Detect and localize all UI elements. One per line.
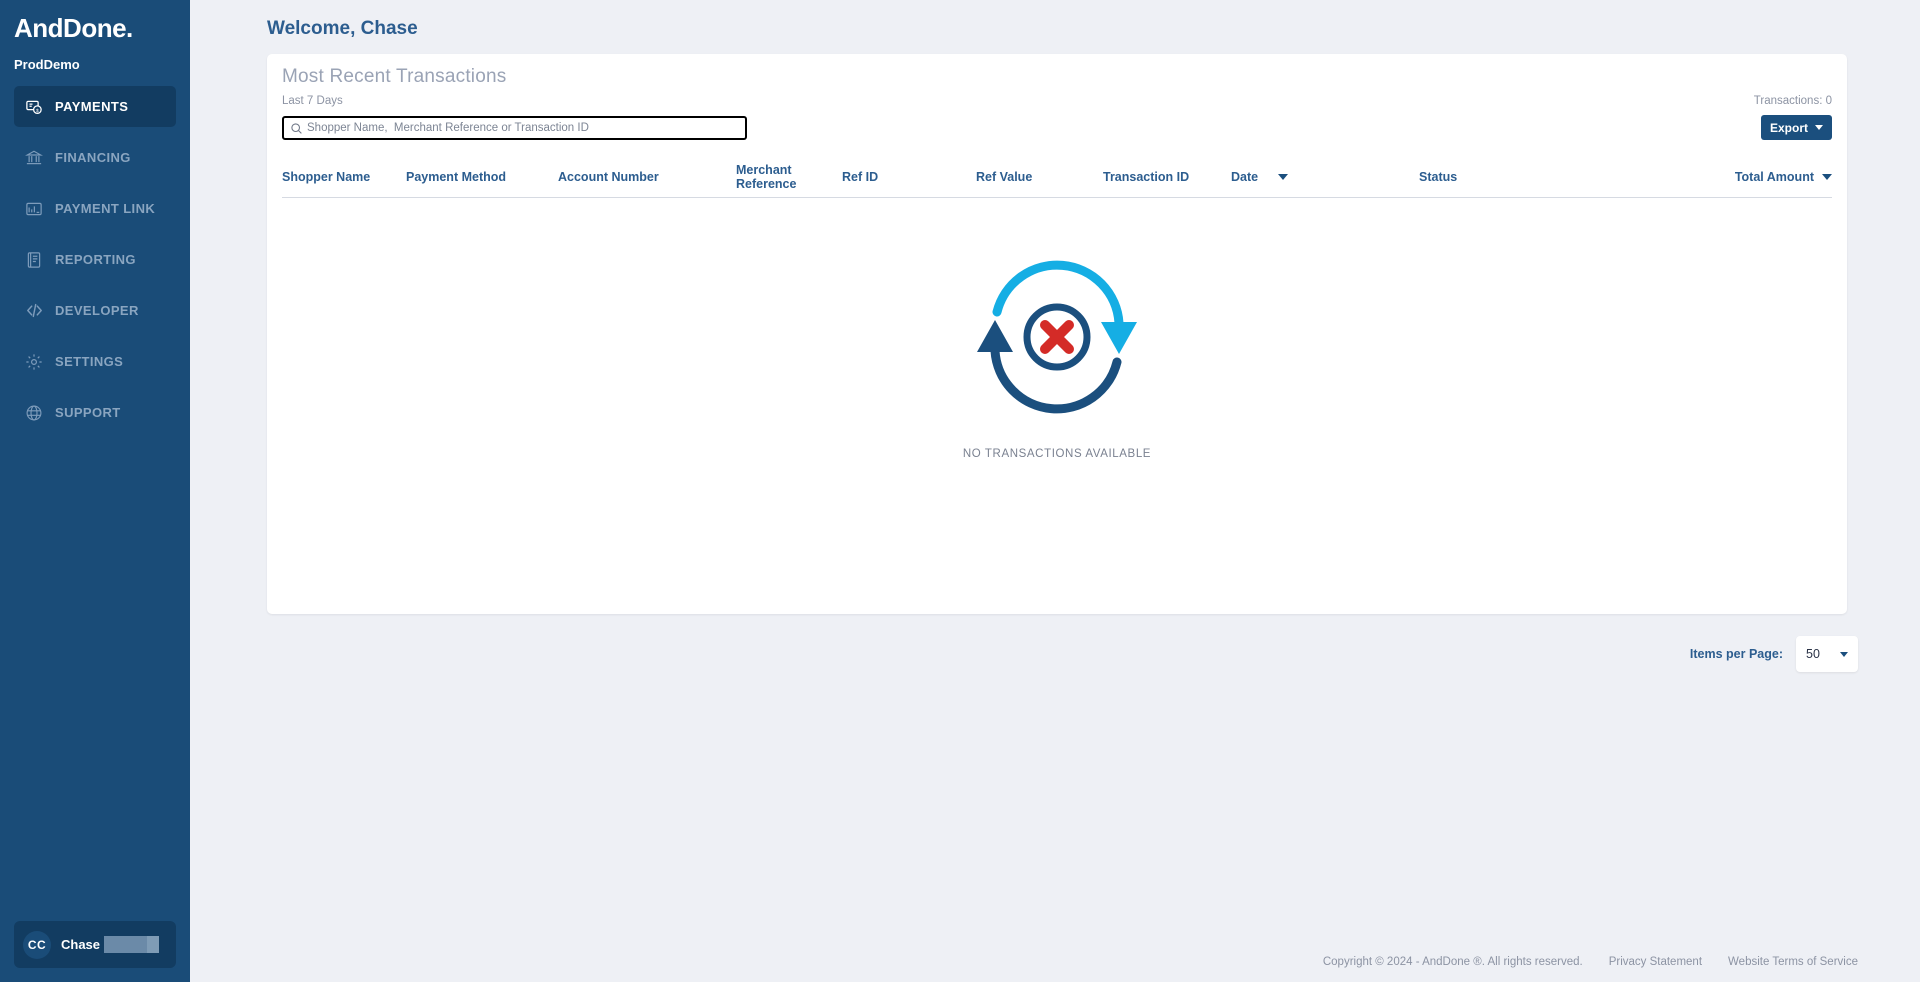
column-label: Account Number	[558, 169, 659, 184]
payments-icon: $	[22, 96, 46, 118]
transactions-card: Most Recent Transactions Last 7 Days Tra…	[267, 54, 1847, 614]
column-label: Total Amount	[1734, 169, 1814, 184]
bank-icon	[22, 147, 46, 169]
footer-link-terms[interactable]: Website Terms of Service	[1728, 956, 1858, 968]
sidebar-item-label: PAYMENTS	[55, 99, 129, 114]
items-per-page-value: 50	[1806, 647, 1820, 661]
search-box[interactable]	[282, 116, 747, 140]
items-per-page-label: Items per Page:	[1689, 647, 1783, 661]
sort-desc-icon	[1822, 173, 1832, 180]
sidebar-item-payments[interactable]: $ PAYMENTS	[14, 86, 176, 127]
column-header-date[interactable]: Date	[1231, 170, 1419, 184]
sidebar-item-settings[interactable]: SETTINGS	[14, 341, 176, 382]
column-label: Shopper Name	[282, 169, 371, 184]
column-label: Ref ID	[842, 169, 879, 184]
column-header-transaction-id[interactable]: Transaction ID	[1103, 170, 1231, 184]
logo-text: AndDone.	[14, 13, 133, 43]
sidebar-item-support[interactable]: SUPPORT	[14, 392, 176, 433]
column-header-status[interactable]: Status	[1419, 170, 1634, 184]
globe-icon	[22, 402, 46, 424]
sidebar-item-developer[interactable]: DEVELOPER	[14, 290, 176, 331]
sort-desc-icon	[1278, 173, 1289, 180]
sidebar-item-label: SETTINGS	[55, 354, 124, 369]
svg-text:$: $	[36, 107, 39, 113]
chevron-down-icon	[1840, 651, 1848, 657]
main-content: Welcome, Chase Most Recent Transactions …	[190, 0, 1920, 982]
app-root: AndDone. ProdDemo $ PAYMENTS FINANCING P…	[0, 0, 1920, 982]
brand-logo[interactable]: AndDone.	[0, 0, 190, 48]
items-per-page: Items per Page: 50	[1690, 636, 1858, 672]
avatar: CC	[23, 930, 51, 959]
column-header-total-amount[interactable]: Total Amount	[1634, 170, 1832, 184]
sidebar-item-payment-link[interactable]: PAYMENT LINK	[14, 188, 176, 229]
user-profile[interactable]: CC Chase	[14, 921, 176, 968]
column-label: Date	[1231, 169, 1259, 184]
sidebar-item-label: FINANCING	[55, 150, 131, 165]
transactions-table-header: Shopper Name Payment Method Account Numb…	[282, 156, 1832, 198]
footer-copyright: Copyright © 2024 - AndDone ®. All rights…	[1322, 956, 1583, 968]
column-label: Transaction ID	[1103, 169, 1190, 184]
column-label: Status	[1419, 169, 1458, 184]
column-header-ref-id[interactable]: Ref ID	[842, 170, 976, 184]
empty-state: NO TRANSACTIONS AVAILABLE	[267, 244, 1847, 460]
code-icon	[22, 300, 46, 322]
report-icon	[22, 249, 46, 271]
column-header-merchant-reference[interactable]: Merchant Reference	[736, 163, 842, 191]
sidebar-item-label: PAYMENT LINK	[55, 201, 156, 216]
footer-link-privacy[interactable]: Privacy Statement	[1609, 956, 1702, 968]
search-icon	[290, 122, 303, 135]
logo-dot: .	[126, 13, 133, 43]
sidebar-item-label: REPORTING	[55, 252, 136, 267]
sidebar-item-reporting[interactable]: REPORTING	[14, 239, 176, 280]
footer: Copyright © 2024 - AndDone ®. All rights…	[1323, 956, 1858, 968]
chevron-down-icon	[1815, 125, 1823, 130]
link-card-icon	[22, 198, 46, 220]
column-label: Payment Method	[406, 169, 507, 184]
empty-state-label: NO TRANSACTIONS AVAILABLE	[962, 448, 1152, 460]
column-label: Ref Value	[976, 169, 1033, 184]
profile-name: Chase	[61, 937, 101, 952]
items-per-page-select[interactable]: 50	[1796, 636, 1858, 672]
sidebar-item-financing[interactable]: FINANCING	[14, 137, 176, 178]
tenant-name: ProdDemo	[14, 57, 80, 72]
card-title: Most Recent Transactions	[282, 66, 507, 87]
page-title: Welcome, Chase	[267, 18, 418, 39]
export-button[interactable]: Export	[1760, 115, 1832, 140]
search-input[interactable]	[307, 122, 727, 134]
profile-redacted-block	[104, 936, 160, 953]
sidebar: AndDone. ProdDemo $ PAYMENTS FINANCING P…	[0, 0, 190, 982]
card-subtitle: Last 7 Days	[282, 95, 343, 107]
column-header-payment-method[interactable]: Payment Method	[406, 170, 558, 184]
column-header-ref-value[interactable]: Ref Value	[976, 170, 1103, 184]
export-button-label: Export	[1769, 120, 1808, 135]
column-header-account-number[interactable]: Account Number	[558, 170, 736, 184]
sidebar-nav: $ PAYMENTS FINANCING PAYMENT LINK REPORT…	[0, 86, 190, 443]
column-header-shopper-name[interactable]: Shopper Name	[282, 170, 406, 184]
no-transactions-icon	[951, 244, 1163, 434]
sidebar-item-label: DEVELOPER	[55, 303, 139, 318]
transactions-count: Transactions: 0	[1753, 95, 1832, 107]
sidebar-item-label: SUPPORT	[55, 405, 121, 420]
column-label: Merchant Reference	[736, 162, 797, 191]
gear-icon	[22, 351, 46, 373]
